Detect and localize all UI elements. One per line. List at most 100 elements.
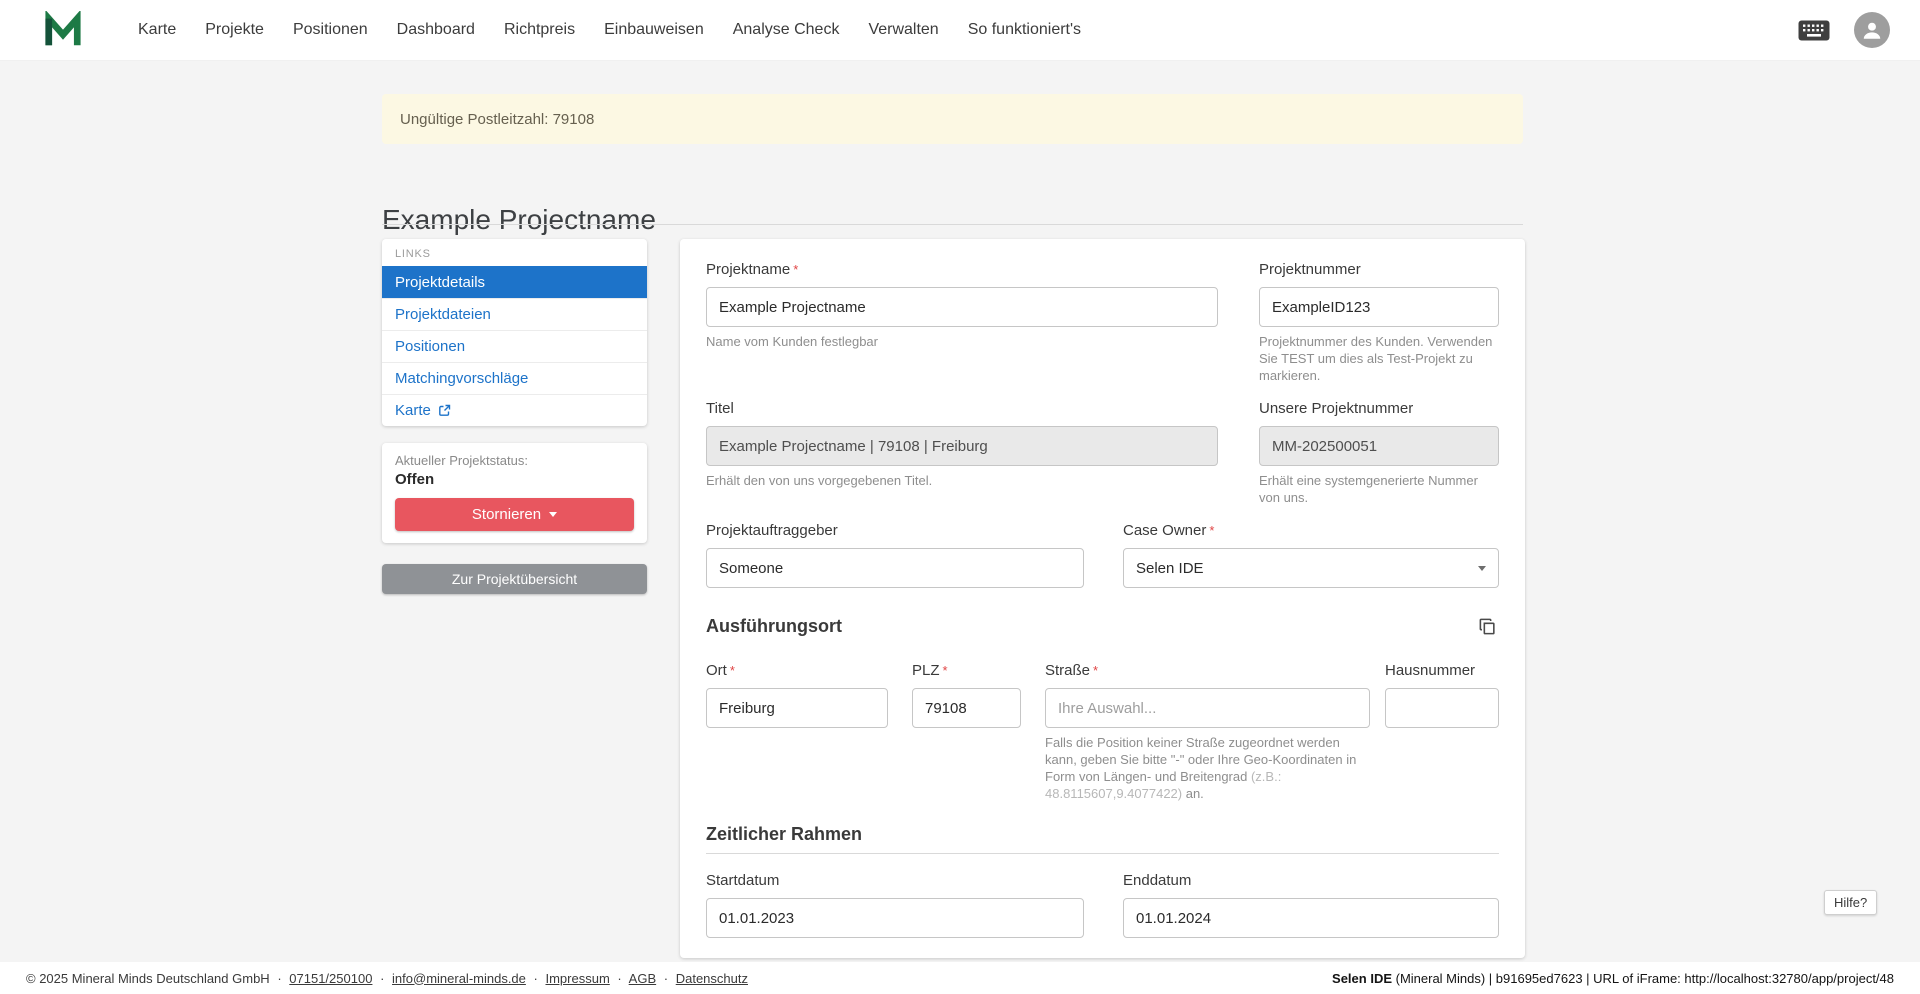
chevron-down-icon [1478,566,1486,571]
nav-item-verwalten[interactable]: Verwalten [868,21,938,39]
ort-input[interactable] [706,688,888,728]
external-link-icon [438,404,451,417]
enddatum-label: Enddatum [1123,872,1499,890]
sidebar-item-label: Projektdateien [395,306,491,323]
form-row-titel-mmnummer: Titel Erhält den von uns vorgegebenen Ti… [706,400,1499,506]
nav-item-projekte[interactable]: Projekte [205,21,264,39]
unsere-projektnummer-label: Unsere Projektnummer [1259,400,1499,418]
sidebar-item-positionen[interactable]: Positionen [382,330,647,362]
person-icon [1861,19,1883,41]
ausfuehrungsort-section-header: Ausführungsort [706,614,1499,638]
footer-session-details: (Mineral Minds) | b91695ed7623 | URL of … [1392,971,1894,986]
sidebar-item-label: Karte [395,402,431,419]
project-status-card: Aktueller Projektstatus: Offen Storniere… [382,443,647,543]
projektname-input[interactable] [706,287,1218,327]
label-text: Projektname [706,261,790,278]
brand-logo[interactable] [40,9,86,51]
sidebar-item-label: Positionen [395,338,465,355]
copy-icon [1478,617,1497,636]
help-button[interactable]: Hilfe? [1824,890,1877,915]
enddatum-input[interactable] [1123,898,1499,938]
projektnummer-field-group: Projektnummer Projektnummer des Kunden. … [1259,261,1499,384]
page-title: Example Projectname [382,204,656,236]
nav-item-dashboard[interactable]: Dashboard [397,21,475,39]
keyboard-icon[interactable] [1798,20,1830,41]
nav-item-einbauweisen[interactable]: Einbauweisen [604,21,704,39]
project-status-value: Offen [395,471,634,488]
enddatum-field-group: Enddatum [1123,872,1499,938]
sidebar-item-karte[interactable]: Karte [382,394,647,426]
case-owner-label: Case Owner* [1123,522,1499,540]
sidebar-item-projektdetails[interactable]: Projektdetails [382,266,647,298]
required-asterisk: * [730,663,735,678]
footer-user-name: Selen IDE [1332,971,1392,986]
project-overview-button[interactable]: Zur Projektübersicht [382,564,647,594]
footer-link-phone[interactable]: 07151/250100 [289,971,372,986]
footer-link-agb[interactable]: AGB [629,971,656,986]
required-asterisk: * [1093,663,1098,678]
nav-item-richtpreis[interactable]: Richtpreis [504,21,575,39]
strasse-helper-part2: an. [1182,786,1204,801]
titel-helper: Erhält den von uns vorgegebenen Titel. [706,472,1218,489]
label-text: PLZ [912,662,940,679]
titel-field-group: Titel Erhält den von uns vorgegebenen Ti… [706,400,1218,506]
unsere-projektnummer-helper: Erhält eine systemgenerierte Nummer von … [1259,472,1499,506]
startdatum-field-group: Startdatum [706,872,1084,938]
nav-item-analyse-check[interactable]: Analyse Check [733,21,840,39]
mineral-minds-logo-icon [42,11,84,49]
unsere-projektnummer-field-group: Unsere Projektnummer Erhält eine systemg… [1259,400,1499,506]
project-status-label: Aktueller Projektstatus: [395,453,634,468]
form-row-dates: Startdatum Enddatum [706,872,1499,938]
nav-item-so-funktionierts[interactable]: So funktioniert's [968,21,1081,39]
plz-input[interactable] [912,688,1021,728]
footer-link-datenschutz[interactable]: Datenschutz [676,971,748,986]
footer-link-email[interactable]: info@mineral-minds.de [392,971,526,986]
nav-right [1798,12,1890,48]
required-asterisk: * [1209,523,1214,538]
strasse-helper-part1: Falls die Position keiner Straße zugeord… [1045,735,1356,784]
projektauftraggeber-input[interactable] [706,548,1084,588]
page-content: Ungültige Postleitzahl: 79108 Example Pr… [0,61,1920,962]
sidebar-item-label: Matchingvorschläge [395,370,528,387]
projektnummer-label: Projektnummer [1259,261,1499,279]
case-owner-select[interactable]: Selen IDE [1123,548,1499,588]
projektauftraggeber-field-group: Projektauftraggeber [706,522,1084,588]
nav-item-karte[interactable]: Karte [138,21,176,39]
project-details-form-card: Projektname* Name vom Kunden festlegbar … [680,239,1525,958]
footer-copyright: © 2025 Mineral Minds Deutschland GmbH [26,971,270,986]
footer-link-impressum[interactable]: Impressum [545,971,609,986]
section-divider [706,853,1499,854]
nav-item-positionen[interactable]: Positionen [293,21,368,39]
plz-field-group: PLZ* [912,662,1021,802]
strasse-label: Straße* [1045,662,1370,680]
caret-down-icon [549,512,557,517]
zeitlicher-rahmen-heading: Zeitlicher Rahmen [706,824,862,844]
title-divider [382,224,1523,225]
form-row-address: Ort* PLZ* Straße* Falls die Position kei… [706,662,1499,802]
warning-alert-text: Ungültige Postleitzahl: 79108 [400,111,594,128]
strasse-input[interactable] [1045,688,1370,728]
ausfuehrungsort-heading: Ausführungsort [706,616,842,637]
plz-label: PLZ* [912,662,1021,680]
sidebar-item-projektdateien[interactable]: Projektdateien [382,298,647,330]
form-row-name-number: Projektname* Name vom Kunden festlegbar … [706,261,1499,384]
startdatum-input[interactable] [706,898,1084,938]
label-text: Straße [1045,662,1090,679]
sidebar-links-card: LINKS Projektdetails Projektdateien Posi… [382,239,647,426]
projektname-label: Projektname* [706,261,1218,279]
footer-left: © 2025 Mineral Minds Deutschland GmbH · … [26,971,748,986]
hausnummer-input[interactable] [1385,688,1499,728]
zeitlicher-rahmen-section-header: Zeitlicher Rahmen [706,824,1499,854]
stornieren-button[interactable]: Stornieren [395,498,634,531]
copy-address-button[interactable] [1476,615,1499,638]
sidebar-item-matchingvorschlaege[interactable]: Matchingvorschläge [382,362,647,394]
ort-label: Ort* [706,662,888,680]
user-avatar[interactable] [1854,12,1890,48]
top-nav: Karte Projekte Positionen Dashboard Rich… [0,0,1920,61]
ort-field-group: Ort* [706,662,888,802]
form-row-auftraggeber-owner: Projektauftraggeber Case Owner* Selen ID… [706,522,1499,588]
footer-separator: · [277,971,281,986]
projektname-field-group: Projektname* Name vom Kunden festlegbar [706,261,1218,384]
required-asterisk: * [793,262,798,277]
projektnummer-input[interactable] [1259,287,1499,327]
